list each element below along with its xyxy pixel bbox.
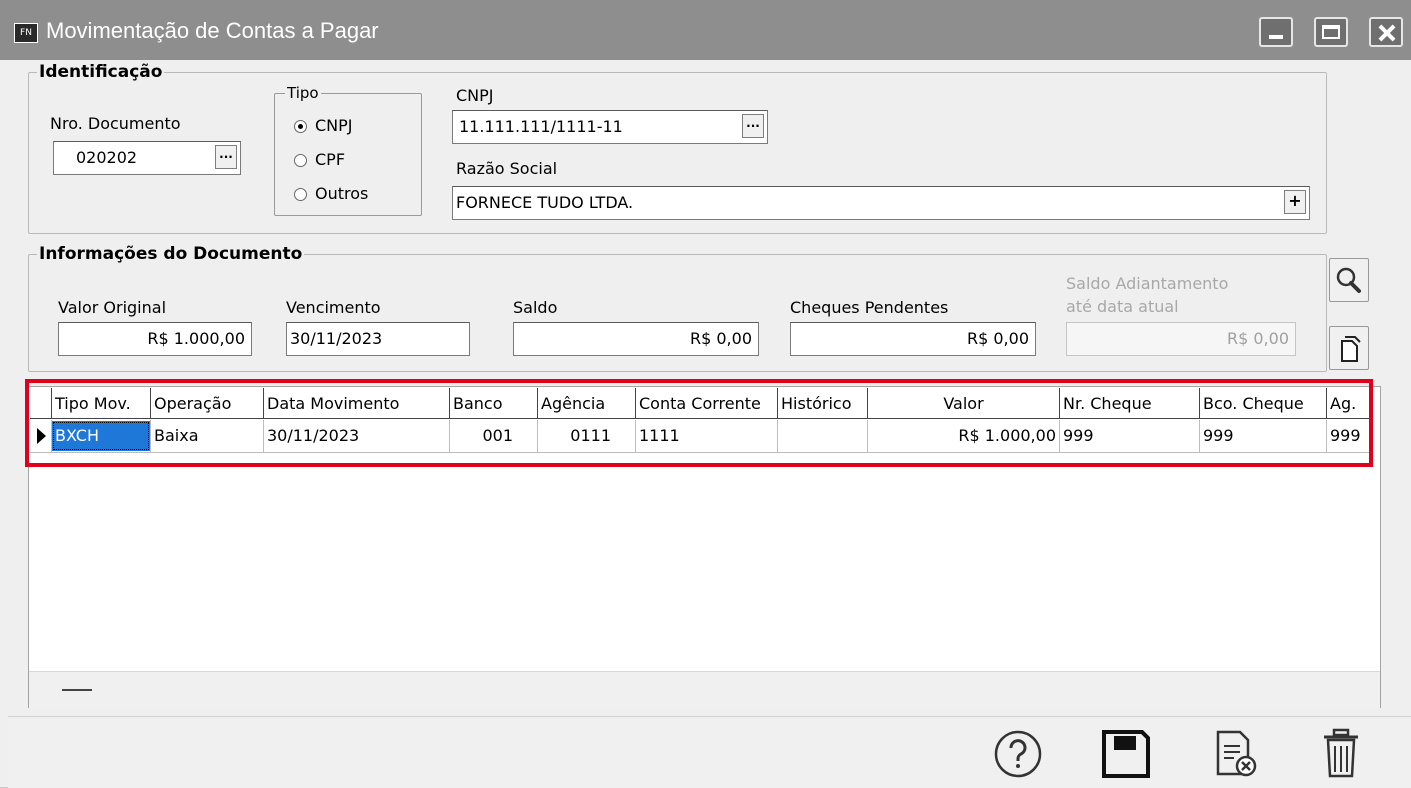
- cell-bco-cheque[interactable]: 999: [1200, 420, 1327, 452]
- radio-cnpj[interactable]: CNPJ: [294, 116, 353, 135]
- cnpj-lookup-button[interactable]: ...: [742, 114, 764, 138]
- saldo-field[interactable]: R$ 0,00: [513, 322, 759, 356]
- title-bar[interactable]: FN Movimentação de Contas a Pagar: [0, 0, 1411, 60]
- cell-conta-corrente[interactable]: 1111: [636, 420, 778, 452]
- column-header-historico[interactable]: Histórico: [778, 388, 868, 419]
- table-row[interactable]: BXCH: [52, 420, 151, 452]
- column-header-agencia[interactable]: Agência: [538, 388, 636, 419]
- tipo-legend: Tipo: [287, 84, 319, 102]
- bottom-toolbar: [8, 716, 1411, 788]
- valor-original-label: Valor Original: [58, 298, 167, 317]
- cell-operacao[interactable]: Baixa: [151, 420, 264, 452]
- cell-historico[interactable]: [778, 420, 868, 452]
- nro-documento-field[interactable]: 020202 ...: [53, 141, 241, 175]
- cnpj-field[interactable]: 11.111.111/1111-11 ...: [452, 110, 768, 144]
- copy-document-icon: [1341, 336, 1361, 362]
- radio-outros-label: Outros: [315, 184, 369, 203]
- vencimento-field[interactable]: 30/11/2023: [286, 322, 470, 356]
- column-header-bco-cheque[interactable]: Bco. Cheque: [1200, 388, 1327, 419]
- radio-cnpj-label: CNPJ: [315, 116, 353, 135]
- trash-icon[interactable]: [1316, 728, 1368, 780]
- saldo-adiantamento-sublabel: até data atual: [1066, 297, 1179, 316]
- row-indicator-arrow[interactable]: [30, 420, 52, 452]
- radio-cpf[interactable]: CPF: [294, 150, 345, 169]
- row-divider: [30, 452, 1371, 453]
- razao-social-add-button[interactable]: +: [1284, 190, 1306, 214]
- maximize-button[interactable]: [1314, 17, 1348, 47]
- column-header-conta-corrente[interactable]: Conta Corrente: [636, 388, 778, 419]
- minimize-button[interactable]: [1259, 17, 1293, 47]
- grid-footer-dash: [62, 689, 92, 691]
- close-button[interactable]: [1369, 17, 1403, 47]
- cell-valor[interactable]: R$ 1.000,00: [868, 420, 1060, 452]
- cell-nr-cheque[interactable]: 999: [1060, 420, 1200, 452]
- vencimento-label: Vencimento: [286, 298, 381, 317]
- cancel-document-icon[interactable]: [1210, 728, 1262, 780]
- cnpj-label: CNPJ: [456, 86, 494, 105]
- saldo-label: Saldo: [513, 298, 558, 317]
- radio-cnpj-dot: [294, 120, 307, 133]
- radio-cpf-dot: [294, 154, 307, 167]
- column-header-nr-cheque[interactable]: Nr. Cheque: [1060, 388, 1200, 419]
- help-icon[interactable]: [992, 728, 1044, 780]
- radio-outros-dot: [294, 188, 307, 201]
- window: FN Movimentação de Contas a Pagar Identi…: [0, 0, 1411, 788]
- app-icon: FN: [14, 23, 38, 43]
- valor-original-field[interactable]: R$ 1.000,00: [58, 322, 252, 356]
- column-header-banco[interactable]: Banco: [450, 388, 538, 419]
- cell-tipo-mov[interactable]: BXCH: [52, 421, 150, 451]
- identificacao-legend: Identificação: [39, 62, 163, 82]
- cheques-pendentes-label: Cheques Pendentes: [790, 298, 949, 317]
- cell-data-movimento[interactable]: 30/11/2023: [264, 420, 450, 452]
- column-header-valor[interactable]: Valor: [868, 388, 1060, 419]
- razao-social-value: FORNECE TUDO LTDA.: [456, 193, 634, 212]
- cell-agencia[interactable]: 0111: [538, 420, 636, 452]
- column-header-operacao[interactable]: Operação: [151, 388, 264, 419]
- search-icon: [1336, 267, 1361, 293]
- grid-indicator-header: [30, 388, 52, 419]
- nro-documento-lookup-button[interactable]: ...: [215, 145, 237, 169]
- row-pointer-icon: [37, 428, 46, 444]
- column-header-tipo-mov[interactable]: Tipo Mov.: [52, 388, 151, 419]
- cheques-pendentes-field[interactable]: R$ 0,00: [790, 322, 1036, 356]
- save-icon[interactable]: [1100, 728, 1152, 780]
- radio-outros[interactable]: Outros: [294, 184, 368, 203]
- nro-documento-label: Nro. Documento: [50, 114, 181, 133]
- razao-social-label: Razão Social: [456, 159, 558, 178]
- copy-button[interactable]: [1329, 326, 1369, 370]
- nro-documento-value: 020202: [76, 148, 138, 167]
- cell-banco[interactable]: 001: [450, 420, 538, 452]
- column-header-ag[interactable]: Ag.: [1327, 388, 1371, 419]
- search-button[interactable]: [1329, 258, 1369, 302]
- saldo-adiantamento-field: R$ 0,00: [1066, 322, 1296, 356]
- saldo-adiantamento-label: Saldo Adiantamento: [1066, 274, 1229, 293]
- razao-social-field[interactable]: FORNECE TUDO LTDA. +: [452, 186, 1310, 220]
- window-title: Movimentação de Contas a Pagar: [46, 18, 379, 43]
- grid-footer-strip: [29, 671, 1380, 708]
- informacoes-legend: Informações do Documento: [39, 244, 303, 264]
- cnpj-value: 11.111.111/1111-11: [459, 117, 623, 136]
- radio-cpf-label: CPF: [315, 150, 346, 169]
- cell-ag[interactable]: 999: [1327, 420, 1371, 452]
- column-header-data-movimento[interactable]: Data Movimento: [264, 388, 450, 419]
